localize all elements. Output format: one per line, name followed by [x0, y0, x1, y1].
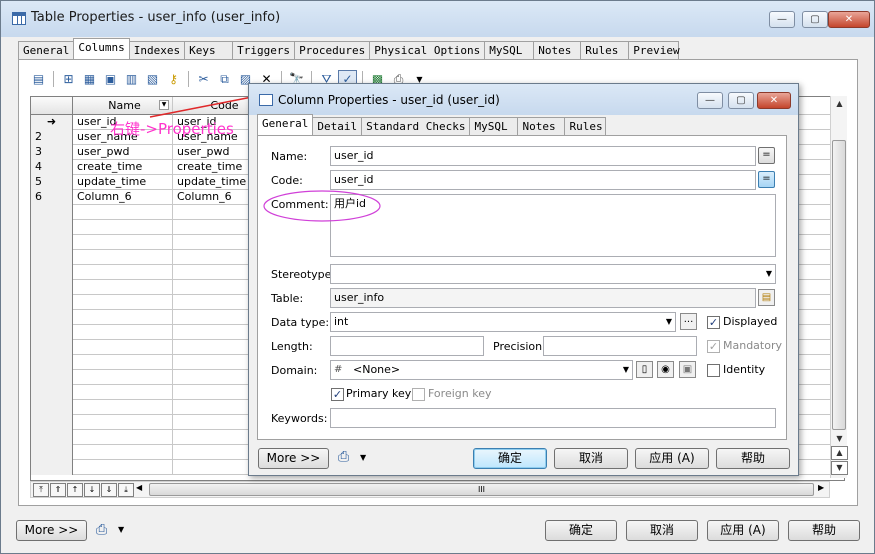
tab-columns[interactable]: Columns: [73, 38, 130, 59]
dialog-tab-general[interactable]: General: [257, 114, 314, 135]
comment-highlight-ellipse: [263, 190, 381, 222]
comment-highlight-overlay: [263, 190, 381, 222]
